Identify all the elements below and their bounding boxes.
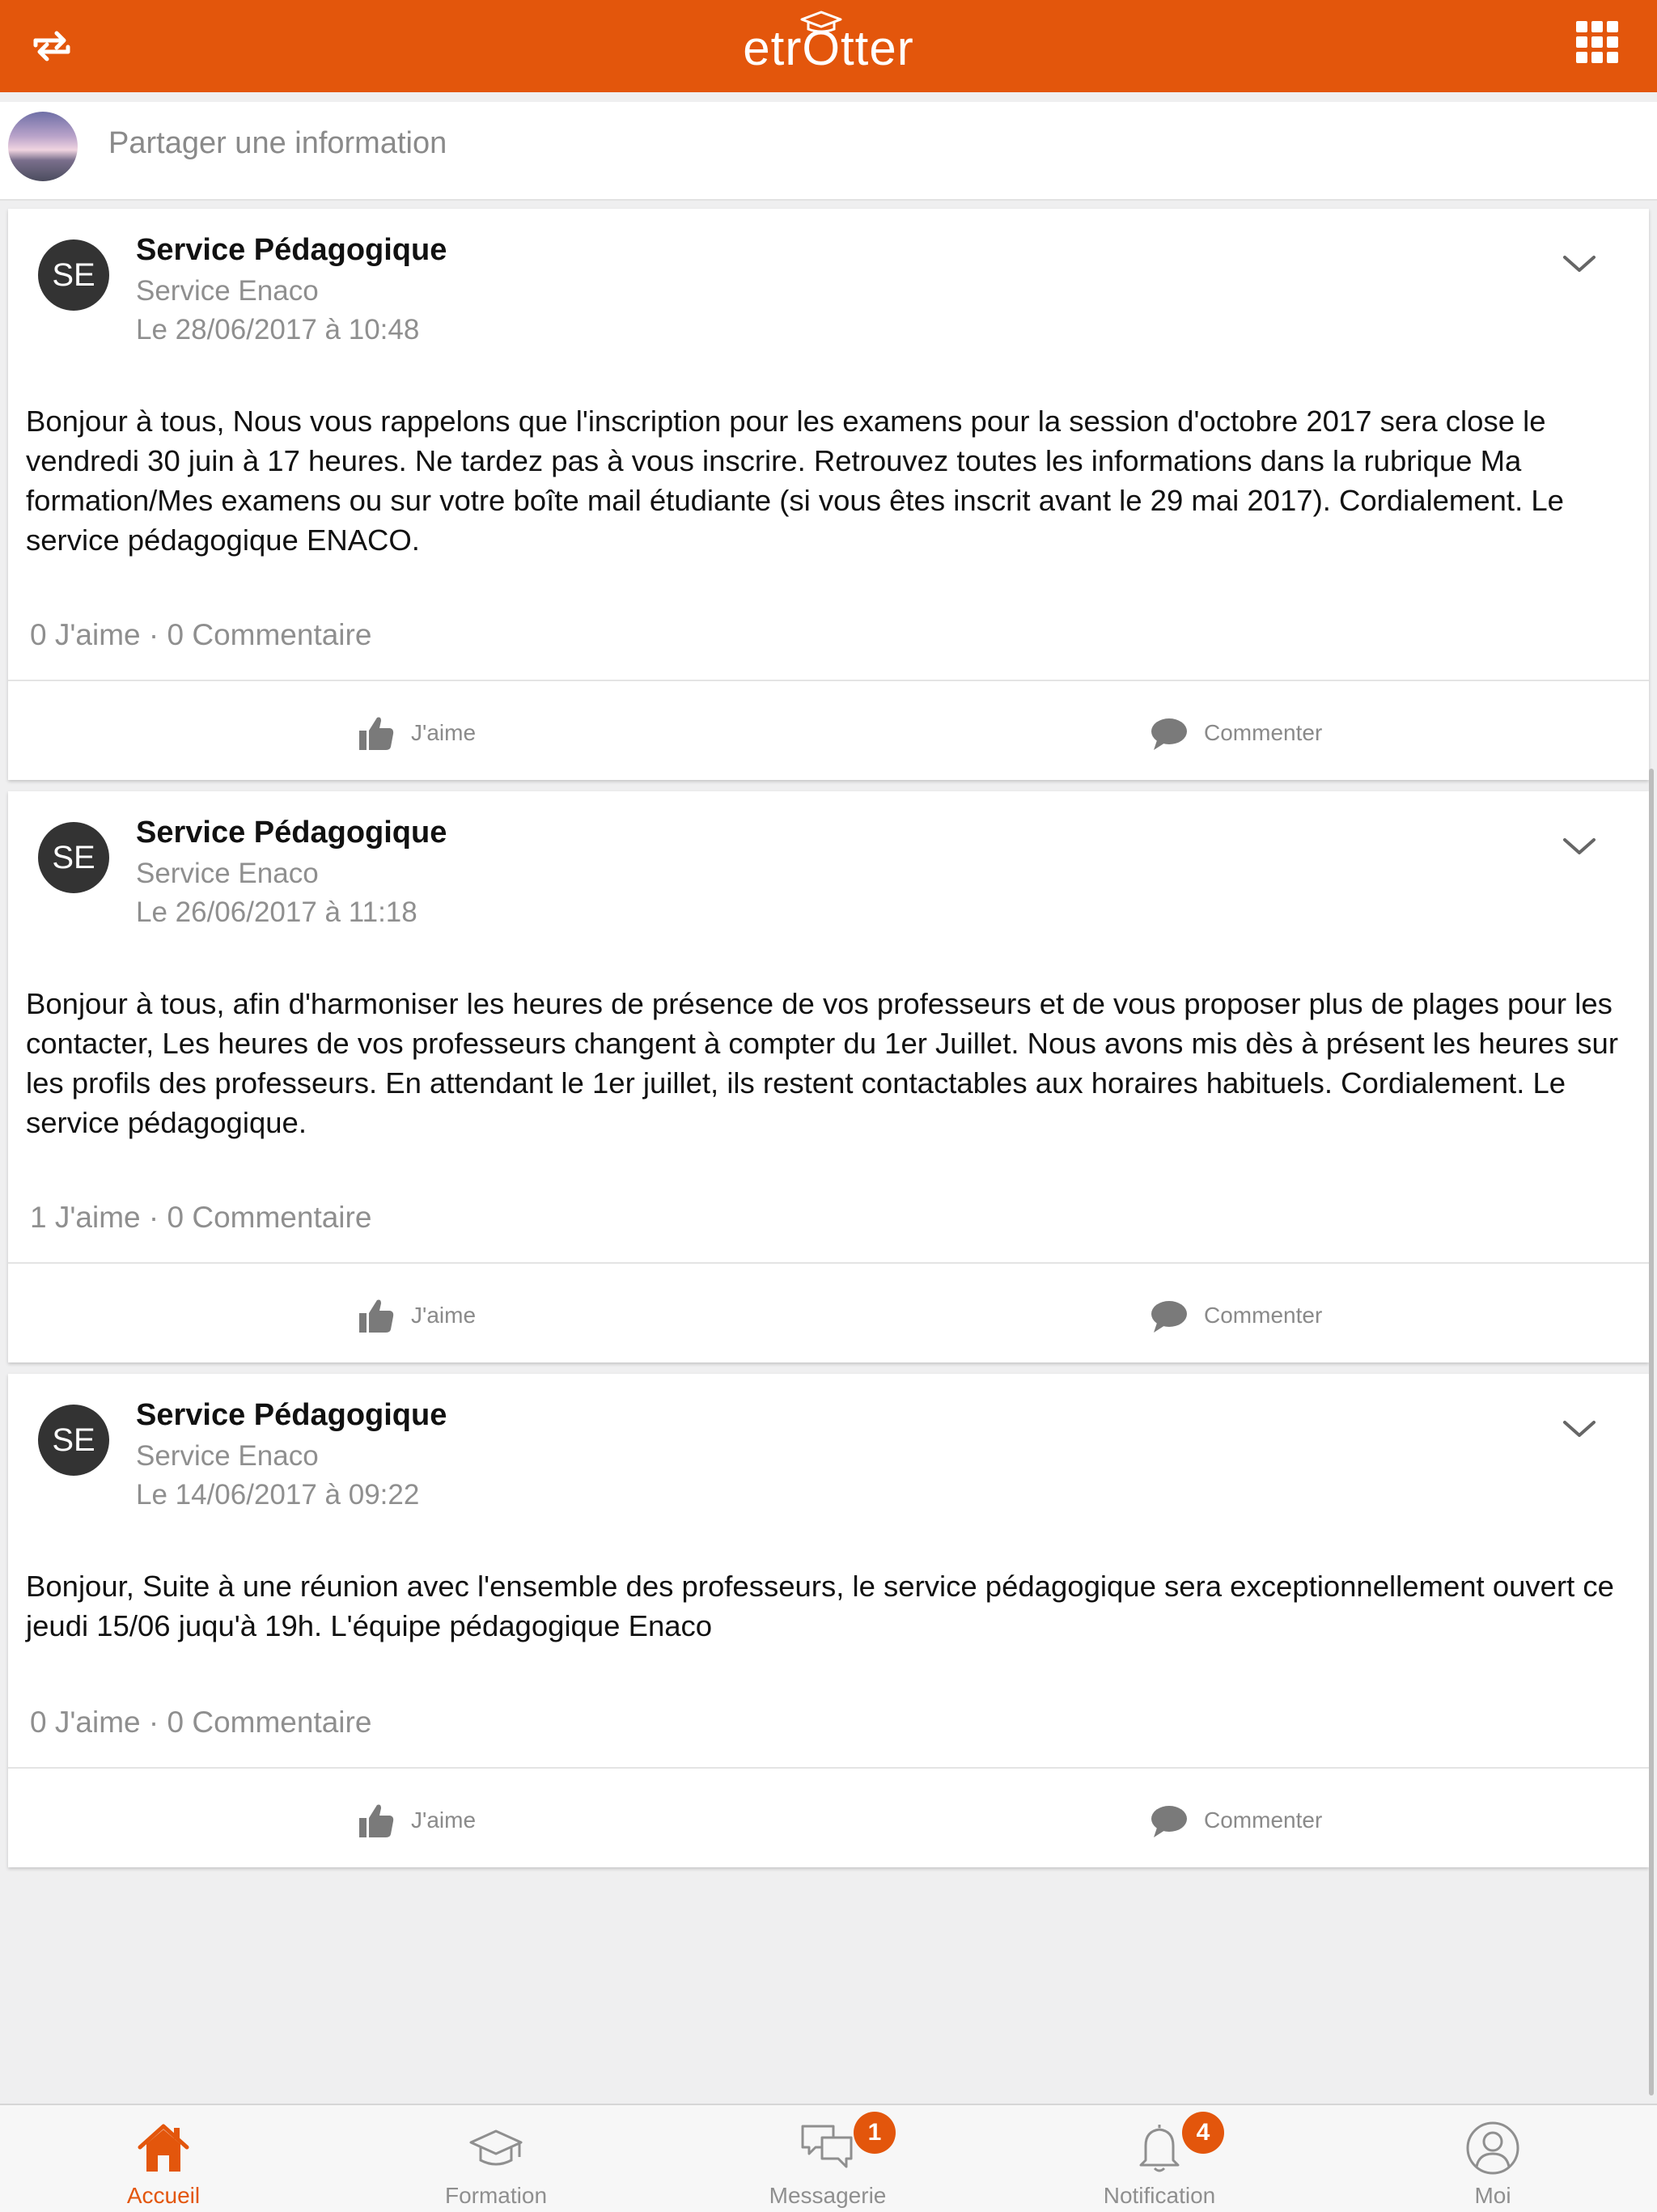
author-avatar[interactable]: SE [38, 239, 109, 311]
comment-bubble-icon [1151, 718, 1187, 750]
top-bar: etrOtter [0, 0, 1657, 92]
post-stats[interactable]: 0 J'aime · 0 Commentaire [30, 1706, 371, 1740]
thumbs-up-icon [359, 1299, 394, 1333]
post-date: Le 28/06/2017 à 10:48 [136, 314, 420, 345]
tab-notification[interactable]: 4 Notification [994, 2105, 1325, 2212]
chat-bubbles-icon [801, 2125, 853, 2168]
tab-label: Accueil [126, 2183, 201, 2208]
like-button[interactable]: J'aime [356, 709, 476, 757]
post-card: SE Service Pédagogique Service Enaco Le … [8, 791, 1649, 1362]
chevron-down-icon[interactable] [1558, 248, 1600, 280]
user-avatar[interactable] [8, 112, 78, 181]
thumbs-up-icon [359, 1804, 394, 1837]
tab-formation[interactable]: Formation [330, 2105, 662, 2212]
like-label: J'aime [411, 720, 477, 745]
home-icon [138, 2124, 189, 2172]
tab-label: Moi [1474, 2183, 1511, 2208]
tab-moi[interactable]: Moi [1327, 2105, 1657, 2212]
unread-badge: 1 [854, 2112, 896, 2154]
share-bar[interactable]: Partager une information [0, 102, 1657, 201]
graduation-cap-logo-icon [800, 11, 842, 33]
notification-badge: 4 [1182, 2112, 1224, 2154]
post-date: Le 14/06/2017 à 09:22 [136, 1479, 420, 1511]
author-name[interactable]: Service Pédagogique [136, 1398, 447, 1433]
like-label: J'aime [411, 1303, 477, 1328]
author-service: Service Enaco [136, 1440, 319, 1472]
comment-label: Commenter [1204, 1303, 1323, 1328]
graduation-cap-icon [469, 2129, 523, 2166]
comment-label: Commenter [1204, 720, 1323, 745]
divider [8, 1262, 1649, 1264]
like-button[interactable]: J'aime [356, 1796, 476, 1845]
author-name[interactable]: Service Pédagogique [136, 816, 447, 850]
chevron-down-icon[interactable] [1558, 1413, 1600, 1445]
author-service: Service Enaco [136, 275, 319, 307]
author-avatar[interactable]: SE [38, 822, 109, 893]
comment-bubble-icon [1151, 1806, 1187, 1837]
tab-accueil[interactable]: Accueil [0, 2105, 329, 2212]
author-service: Service Enaco [136, 858, 319, 889]
post-date: Le 26/06/2017 à 11:18 [136, 896, 417, 928]
like-label: J'aime [411, 1807, 477, 1833]
tab-label: Formation [444, 2183, 548, 2208]
comment-bubble-icon [1151, 1301, 1187, 1333]
author-avatar[interactable]: SE [38, 1405, 109, 1476]
like-button[interactable]: J'aime [356, 1291, 476, 1340]
post-card: SE Service Pédagogique Service Enaco Le … [8, 209, 1649, 780]
post-body: Bonjour, Suite à une réunion avec l'ense… [26, 1570, 1614, 1642]
post-stats[interactable]: 0 J'aime · 0 Commentaire [30, 618, 371, 652]
comment-label: Commenter [1204, 1807, 1323, 1833]
post-body: Bonjour à tous, Nous vous rappelons que … [26, 405, 1564, 557]
post-card: SE Service Pédagogique Service Enaco Le … [8, 1374, 1649, 1867]
grid-apps-icon[interactable] [1574, 19, 1620, 65]
thumbs-up-icon [359, 717, 394, 750]
bottom-tab-bar: Accueil Formation 1 Messagerie 4 Notific… [0, 2104, 1657, 2212]
scrollbar[interactable] [1649, 769, 1654, 2095]
comment-button[interactable]: Commenter [1149, 1291, 1322, 1340]
tab-label: Messagerie [769, 2183, 887, 2208]
post-body: Bonjour à tous, afin d'harmoniser les he… [26, 987, 1619, 1139]
tab-label: Notification [1103, 2183, 1216, 2208]
comment-button[interactable]: Commenter [1149, 1796, 1322, 1845]
chevron-down-icon[interactable] [1558, 830, 1600, 862]
author-name[interactable]: Service Pédagogique [136, 233, 447, 268]
user-icon [1466, 2121, 1519, 2175]
tab-messagerie[interactable]: 1 Messagerie [662, 2105, 994, 2212]
share-input[interactable]: Partager une information [108, 126, 447, 161]
post-stats[interactable]: 1 J'aime · 0 Commentaire [30, 1201, 371, 1235]
comment-button[interactable]: Commenter [1149, 709, 1322, 757]
divider [8, 1767, 1649, 1769]
bell-icon [1139, 2125, 1180, 2172]
divider [8, 680, 1649, 681]
